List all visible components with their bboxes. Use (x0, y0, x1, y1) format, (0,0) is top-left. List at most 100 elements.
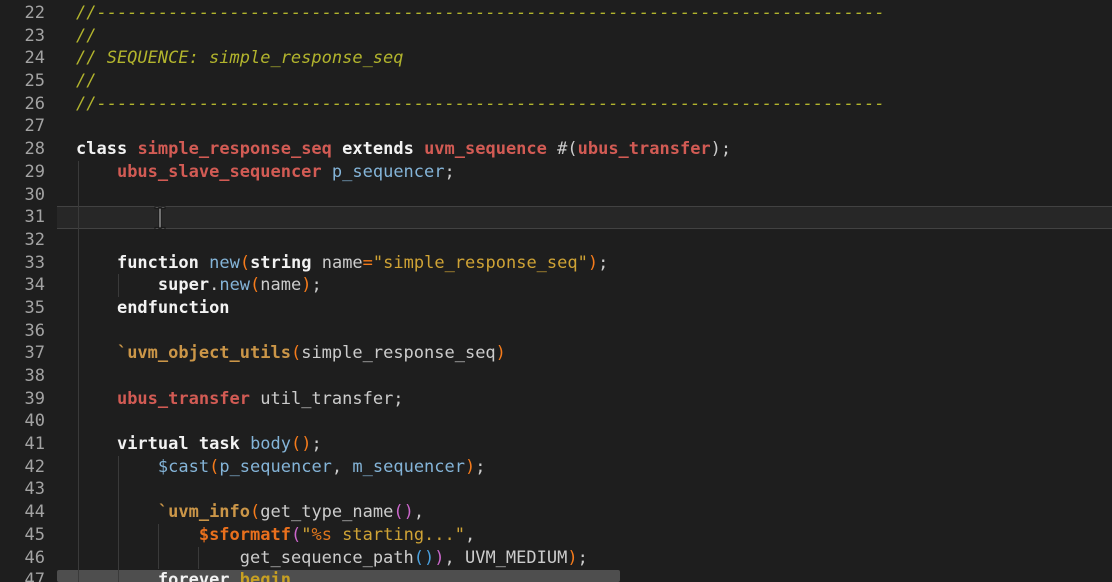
code-text[interactable]: // SEQUENCE: simple_response_seq (45, 47, 404, 70)
code-line-29[interactable]: 29 ubus_slave_sequencer p_sequencer; (0, 161, 1112, 184)
token-txt: get_type_name (260, 502, 393, 522)
code-line-47[interactable]: 47 forever begin (0, 569, 1112, 582)
code-line-23[interactable]: 23 // (0, 25, 1112, 48)
token-b2: ( (291, 525, 301, 545)
token-type: simple_response_seq (137, 139, 331, 159)
line-number: 42 (0, 456, 45, 479)
code-text[interactable]: // (45, 70, 96, 93)
code-area[interactable]: 22//------------------------------------… (0, 0, 1112, 582)
token-beg: begin (240, 570, 291, 582)
token-kw: class (76, 139, 127, 159)
code-line-40[interactable]: 40 (0, 410, 1112, 433)
code-text[interactable]: //--------------------------------------… (45, 93, 885, 116)
current-line-highlight (57, 206, 1112, 229)
token-fn: body (250, 434, 291, 454)
code-line-33[interactable]: 33 function new(string name="simple_resp… (0, 252, 1112, 275)
line-number: 39 (0, 388, 45, 411)
token-mac: `uvm_info (158, 502, 250, 522)
token-kw: task (199, 434, 240, 454)
token-b1: ) (301, 275, 311, 295)
code-line-45[interactable]: 45 $sformatf("%s starting...", (0, 524, 1112, 547)
token-str: starting..." (332, 525, 465, 545)
line-number: 23 (0, 25, 45, 48)
line-number: 32 (0, 229, 45, 252)
token-str: "simple_response_seq" (373, 253, 588, 273)
line-number: 35 (0, 297, 45, 320)
token-b1: ) (567, 548, 577, 568)
indent-guide (78, 229, 79, 252)
code-line-27[interactable]: 27 (0, 115, 1112, 138)
code-line-28[interactable]: 28class simple_response_seq extends uvm_… (0, 138, 1112, 161)
code-line-37[interactable]: 37 `uvm_object_utils(simple_response_seq… (0, 342, 1112, 365)
token-type: ubus_slave_sequencer (117, 162, 322, 182)
code-line-34[interactable]: 34 super.new(name); (0, 274, 1112, 297)
token-kw: string (250, 253, 311, 273)
line-number: 40 (0, 410, 45, 433)
token-txt: #( (547, 139, 578, 159)
token-txt (76, 253, 117, 273)
token-txt (76, 275, 158, 295)
code-text[interactable]: super.new(name); (45, 274, 322, 297)
token-txt: ; (445, 162, 455, 182)
token-sys: $sformatf (199, 525, 291, 545)
code-line-25[interactable]: 25// (0, 70, 1112, 93)
code-text[interactable]: function new(string name="simple_respons… (45, 252, 608, 275)
code-text[interactable]: $cast(p_sequencer, m_sequencer); (45, 456, 486, 479)
indent-guide (78, 478, 79, 501)
code-line-24[interactable]: 24 // SEQUENCE: simple_response_seq (0, 47, 1112, 70)
code-line-42[interactable]: 42 $cast(p_sequencer, m_sequencer); (0, 456, 1112, 479)
code-line-35[interactable]: 35 endfunction (0, 297, 1112, 320)
code-line-39[interactable]: 39 ubus_transfer util_transfer; (0, 388, 1112, 411)
token-com: // (76, 26, 96, 46)
token-mac: `uvm_object_utils (117, 343, 291, 363)
token-txt: ; (578, 548, 588, 568)
code-line-32[interactable]: 32 (0, 229, 1112, 252)
code-text[interactable]: // (45, 25, 96, 48)
token-type: uvm_sequence (424, 139, 547, 159)
line-number: 24 (0, 47, 45, 70)
code-text[interactable]: `uvm_info(get_type_name(), (45, 501, 424, 524)
code-line-44[interactable]: 44 `uvm_info(get_type_name(), (0, 501, 1112, 524)
code-text[interactable]: ubus_slave_sequencer p_sequencer; (45, 161, 455, 184)
token-txt: ; (312, 275, 322, 295)
token-b1: ) (465, 457, 475, 477)
code-text[interactable]: get_sequence_path()), UVM_MEDIUM); (45, 547, 588, 570)
token-txt (76, 570, 158, 582)
line-number: 38 (0, 365, 45, 388)
token-txt: simple_response_seq (301, 343, 495, 363)
code-text[interactable]: //--------------------------------------… (45, 2, 885, 25)
line-number: 43 (0, 478, 45, 501)
token-fn: $cast (158, 457, 209, 477)
code-text[interactable]: endfunction (45, 297, 230, 320)
code-line-26[interactable]: 26 //------------------------------------… (0, 93, 1112, 116)
token-txt (199, 253, 209, 273)
token-txt (76, 389, 117, 409)
token-com: // SEQUENCE: simple_response_seq (76, 48, 404, 68)
line-number: 26 (0, 93, 45, 116)
code-line-41[interactable]: 41 virtual task body(); (0, 433, 1112, 456)
token-type: ubus_transfer (578, 139, 711, 159)
token-b1: ( (240, 253, 250, 273)
code-text[interactable]: `uvm_object_utils(simple_response_seq) (45, 342, 506, 365)
code-line-38[interactable]: 38 (0, 365, 1112, 388)
code-line-43[interactable]: 43 (0, 478, 1112, 501)
code-line-31[interactable]: 31 (0, 206, 1112, 229)
indent-guide (78, 320, 79, 343)
token-fmt: %s (311, 525, 331, 545)
code-line-22[interactable]: 22//------------------------------------… (0, 2, 1112, 25)
token-com: // (76, 71, 96, 91)
code-text[interactable]: ubus_transfer util_transfer; (45, 388, 404, 411)
code-text[interactable]: $sformatf("%s starting...", (45, 524, 475, 547)
token-kw: forever (158, 570, 230, 582)
code-line-46[interactable]: 46 get_sequence_path()), UVM_MEDIUM); (0, 547, 1112, 570)
code-text[interactable]: class simple_response_seq extends uvm_se… (45, 138, 731, 161)
code-line-36[interactable]: 36 (0, 320, 1112, 343)
token-txt: . (209, 275, 219, 295)
token-txt (76, 298, 117, 318)
line-number: 41 (0, 433, 45, 456)
code-text[interactable]: forever begin (45, 569, 291, 582)
token-com: //--------------------------------------… (76, 94, 885, 114)
indent-guide (78, 365, 79, 388)
code-text[interactable]: virtual task body(); (45, 433, 322, 456)
code-line-30[interactable]: 30 (0, 184, 1112, 207)
